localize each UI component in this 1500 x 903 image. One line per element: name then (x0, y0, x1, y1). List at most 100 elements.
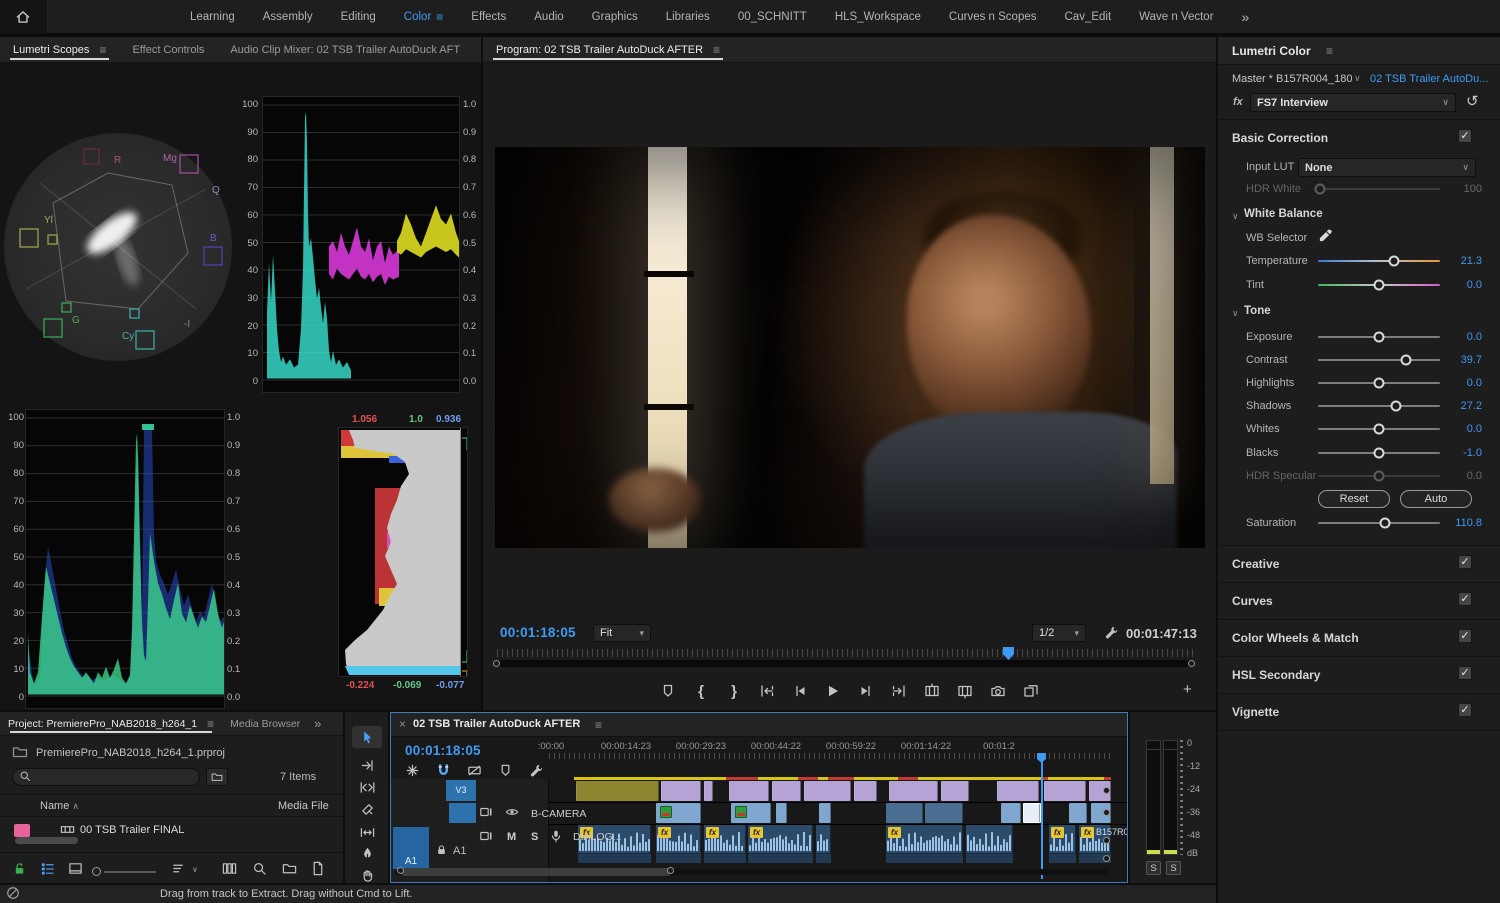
new-item-button[interactable] (310, 861, 325, 879)
panel-menu-icon[interactable]: ≡ (595, 718, 602, 732)
mark-in-button[interactable]: { (691, 681, 711, 701)
section-label-hsl-secondary[interactable]: HSL Secondary (1232, 668, 1320, 682)
solo-button[interactable]: S (531, 831, 538, 843)
workspace-overflow-button[interactable]: » (1228, 9, 1264, 25)
lift-button[interactable] (922, 681, 942, 701)
slider-track-exposure[interactable] (1318, 336, 1440, 338)
freeform-view-button[interactable] (222, 861, 237, 879)
add-marker-button[interactable] (658, 681, 678, 701)
video-clip-v3[interactable] (889, 781, 938, 801)
button-editor-plus[interactable]: + (1183, 681, 1192, 698)
slider-knob-blacks[interactable] (1374, 448, 1385, 459)
slider-knob-tint[interactable] (1374, 280, 1385, 291)
video-clip-v3[interactable] (997, 781, 1039, 801)
scroll-handle-left[interactable] (397, 867, 404, 874)
slider-knob-highlights[interactable] (1374, 378, 1385, 389)
workspace-tab-assembly[interactable]: Assembly (249, 10, 327, 24)
new-bin-button[interactable] (282, 861, 297, 879)
panel-menu-icon[interactable]: ≡ (207, 717, 214, 731)
audio-clip-dialog[interactable]: fx (656, 825, 701, 863)
mute-button[interactable]: M (507, 831, 516, 843)
section-label-vignette[interactable]: Vignette (1232, 705, 1279, 719)
project-writable-toggle[interactable] (12, 861, 27, 879)
reset-button[interactable]: Reset (1318, 490, 1390, 508)
a1-track-label[interactable]: A1 (453, 845, 466, 857)
workspace-menu-icon[interactable]: ≡ (436, 10, 443, 24)
project-hscroll-thumb[interactable] (15, 837, 78, 844)
audio-clip-dialog[interactable]: fx (886, 825, 963, 863)
tab-lumetri-scopes[interactable]: Lumetri Scopes≡ (0, 37, 119, 62)
section-chevron-icon[interactable]: ∨ (1232, 211, 1239, 222)
project-file-name[interactable]: PremierePro_NAB2018_h264_1.prproj (36, 747, 225, 759)
timeline-playhead-line[interactable] (1041, 761, 1043, 879)
list-view-button[interactable] (40, 861, 55, 879)
slider-track-highlights[interactable] (1318, 382, 1440, 384)
workspace-tab-00-schnitt[interactable]: 00_SCHNITT (724, 10, 821, 24)
zoom-slider-handle[interactable] (92, 867, 101, 876)
track-lock-icon[interactable] (435, 843, 448, 859)
section-chevron-icon[interactable]: ∨ (1232, 308, 1239, 319)
section-checkbox-hsl-secondary[interactable]: ✓ (1458, 666, 1472, 680)
wb-selector-eyedropper[interactable] (1318, 228, 1333, 246)
master-clip-label[interactable]: Master * B157R004_180... (1232, 73, 1352, 85)
workspace-tab-cav-edit[interactable]: Cav_Edit (1051, 10, 1126, 24)
video-clip-v3[interactable] (661, 781, 701, 801)
mark-out-button[interactable]: } (724, 681, 744, 701)
find-button[interactable] (252, 861, 267, 879)
track-output-dot[interactable] (1103, 855, 1110, 862)
workspace-tab-graphics[interactable]: Graphics (578, 10, 652, 24)
input-lut-dropdown[interactable]: None∨ (1298, 158, 1476, 177)
program-fit-dropdown[interactable]: Fit▾ (593, 624, 651, 642)
section-checkbox-vignette[interactable]: ✓ (1458, 703, 1472, 717)
video-clip-v3[interactable] (854, 781, 877, 801)
workspace-tab-libraries[interactable]: Libraries (652, 10, 724, 24)
program-quality-dropdown[interactable]: 1/2▾ (1032, 624, 1086, 642)
dialog-track-label[interactable]: DIALOG... (573, 831, 621, 843)
section-label-creative[interactable]: Creative (1232, 557, 1279, 571)
video-clip-b-camera[interactable] (1001, 803, 1021, 823)
slider-track-blacks[interactable] (1318, 452, 1440, 454)
panel-menu-icon[interactable]: ≡ (713, 43, 720, 57)
b-camera-track-label[interactable]: B-CAMERA (531, 808, 586, 820)
solo-right-button[interactable]: S (1166, 861, 1181, 875)
slider-knob-shadows[interactable] (1391, 401, 1402, 412)
razor-tool[interactable] (352, 798, 382, 820)
comparison-view-button[interactable] (1021, 681, 1041, 701)
track-select-forward-tool[interactable] (352, 754, 382, 776)
slider-track-saturation[interactable] (1318, 522, 1440, 524)
workspace-tab-editing[interactable]: Editing (327, 10, 390, 24)
slider-track-contrast[interactable] (1318, 359, 1440, 361)
tab-overflow-button[interactable]: » (308, 712, 327, 735)
audio-clip-dialog[interactable]: fx (704, 825, 746, 863)
track-v2-box[interactable] (449, 803, 476, 823)
selection-tool[interactable] (352, 726, 382, 748)
video-clip-b-camera[interactable] (776, 803, 787, 823)
zoom-slider-track[interactable] (104, 871, 156, 873)
slider-knob-hdr-white[interactable] (1315, 184, 1326, 195)
track-output-dot[interactable] (1103, 809, 1110, 816)
section-label-curves[interactable]: Curves (1232, 594, 1273, 608)
timeline-tab-close-icon[interactable]: × (399, 717, 406, 731)
slider-track-shadows[interactable] (1318, 405, 1440, 407)
chevron-down-icon[interactable]: ∨ (192, 865, 198, 874)
video-clip-v3[interactable] (1044, 781, 1086, 801)
video-clip-b-camera[interactable] (925, 803, 963, 823)
slider-track-hdr-white[interactable] (1318, 188, 1440, 190)
search-bin-button[interactable] (206, 768, 228, 786)
preset-dropdown[interactable]: FS7 Interview∨ (1250, 93, 1456, 112)
media-browser-tab[interactable]: Media Browser (222, 712, 308, 735)
source-patch-icon[interactable] (479, 805, 493, 822)
section-checkbox-color-wheels-match[interactable]: ✓ (1458, 629, 1472, 643)
track-v3-box[interactable]: V3 (446, 780, 476, 801)
hand-tool[interactable] (352, 864, 382, 883)
video-clip-v3[interactable] (804, 781, 851, 801)
audio-clip-dialog[interactable] (816, 825, 831, 863)
scrubber-left-handle[interactable] (493, 660, 500, 667)
sort-options-button[interactable] (172, 861, 187, 879)
pen-tool[interactable] (352, 842, 382, 864)
track-output-dot[interactable] (1103, 787, 1110, 794)
export-frame-button[interactable] (988, 681, 1008, 701)
video-clip-v3[interactable] (941, 781, 969, 801)
slider-knob-hdr-specular[interactable] (1374, 471, 1385, 482)
reset-effect-icon[interactable]: ↺ (1466, 92, 1479, 110)
